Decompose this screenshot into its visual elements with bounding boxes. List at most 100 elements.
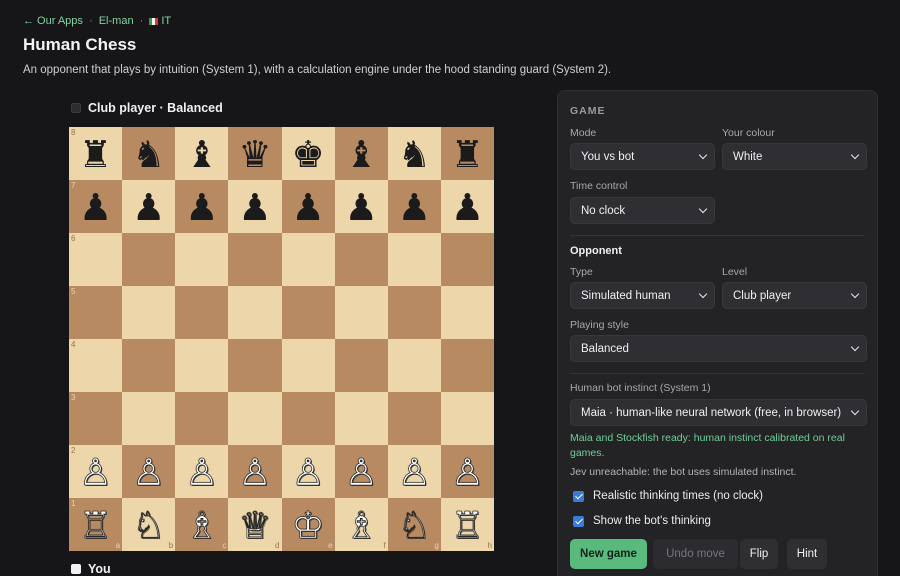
white-piece-icon[interactable]: ♖ <box>451 507 485 545</box>
square-c7[interactable]: ♟ <box>175 180 229 233</box>
white-piece-icon[interactable]: ♘ <box>397 507 431 545</box>
square-g4[interactable] <box>387 339 441 392</box>
mode-select[interactable]: You vs bot <box>570 143 715 170</box>
square-b7[interactable]: ♟ <box>122 180 176 233</box>
show-thinking-checkbox[interactable]: Show the bot's thinking <box>573 515 711 527</box>
black-piece-icon[interactable]: ♝ <box>345 136 378 173</box>
square-h2[interactable]: ♙ <box>440 445 494 498</box>
square-h7[interactable]: ♟ <box>440 180 494 233</box>
flip-board-button[interactable]: Flip <box>740 539 778 569</box>
square-b2[interactable]: ♙ <box>122 445 176 498</box>
square-g2[interactable]: ♙ <box>387 445 441 498</box>
square-d1[interactable]: d ♕ <box>228 498 282 551</box>
white-piece-icon[interactable]: ♔ <box>291 507 325 545</box>
level-select[interactable]: Club player <box>722 282 867 309</box>
square-f3[interactable] <box>334 392 388 445</box>
square-a3[interactable]: 3 <box>69 392 123 445</box>
square-h5[interactable] <box>440 286 494 339</box>
square-e2[interactable]: ♙ <box>281 445 335 498</box>
square-f8[interactable]: ♝ <box>334 127 388 180</box>
square-c1[interactable]: c ♗ <box>175 498 229 551</box>
square-c8[interactable]: ♝ <box>175 127 229 180</box>
square-g1[interactable]: g ♘ <box>387 498 441 551</box>
square-h4[interactable] <box>440 339 494 392</box>
square-e7[interactable]: ♟ <box>281 180 335 233</box>
square-g8[interactable]: ♞ <box>387 127 441 180</box>
square-d8[interactable]: ♛ <box>228 127 282 180</box>
black-piece-icon[interactable]: ♚ <box>291 136 324 173</box>
black-piece-icon[interactable]: ♟ <box>451 189 484 226</box>
undo-move-button[interactable]: Undo move <box>653 539 738 569</box>
square-e4[interactable] <box>281 339 335 392</box>
square-d5[interactable] <box>228 286 282 339</box>
time-control-select[interactable]: No clock <box>570 197 715 224</box>
square-d6[interactable] <box>228 233 282 286</box>
black-piece-icon[interactable]: ♟ <box>345 189 378 226</box>
thinking-times-checkbox[interactable]: Realistic thinking times (no clock) <box>573 490 763 502</box>
square-f4[interactable] <box>334 339 388 392</box>
black-piece-icon[interactable]: ♟ <box>185 189 218 226</box>
square-c3[interactable] <box>175 392 229 445</box>
breadcrumb-app-link[interactable]: El-man <box>99 15 134 27</box>
square-e8[interactable]: ♚ <box>281 127 335 180</box>
square-d2[interactable]: ♙ <box>228 445 282 498</box>
square-d4[interactable] <box>228 339 282 392</box>
square-a1[interactable]: 1 a ♖ <box>69 498 123 551</box>
square-h6[interactable] <box>440 233 494 286</box>
white-piece-icon[interactable]: ♗ <box>344 507 378 545</box>
square-f1[interactable]: f ♗ <box>334 498 388 551</box>
white-piece-icon[interactable]: ♙ <box>291 454 325 492</box>
square-b3[interactable] <box>122 392 176 445</box>
black-piece-icon[interactable]: ♟ <box>132 189 165 226</box>
black-piece-icon[interactable]: ♟ <box>79 189 112 226</box>
opponent-type-select[interactable]: Simulated human <box>570 282 715 309</box>
square-a6[interactable]: 6 <box>69 233 123 286</box>
black-piece-icon[interactable]: ♟ <box>291 189 324 226</box>
square-f5[interactable] <box>334 286 388 339</box>
square-e3[interactable] <box>281 392 335 445</box>
instinct-select[interactable]: Maia · human-like neural network (free, … <box>570 399 867 426</box>
square-g3[interactable] <box>387 392 441 445</box>
white-piece-icon[interactable]: ♙ <box>344 454 378 492</box>
square-a2[interactable]: 2 ♙ <box>69 445 123 498</box>
white-piece-icon[interactable]: ♖ <box>79 507 113 545</box>
square-h8[interactable]: ♜ <box>440 127 494 180</box>
square-b8[interactable]: ♞ <box>122 127 176 180</box>
square-f2[interactable]: ♙ <box>334 445 388 498</box>
black-piece-icon[interactable]: ♞ <box>132 136 165 173</box>
black-piece-icon[interactable]: ♛ <box>238 136 271 173</box>
square-b5[interactable] <box>122 286 176 339</box>
white-piece-icon[interactable]: ♙ <box>238 454 272 492</box>
square-e5[interactable] <box>281 286 335 339</box>
white-piece-icon[interactable]: ♗ <box>185 507 219 545</box>
new-game-button[interactable]: New game <box>570 539 647 569</box>
square-d3[interactable] <box>228 392 282 445</box>
square-c4[interactable] <box>175 339 229 392</box>
language-link[interactable]: IT <box>149 15 171 27</box>
square-b1[interactable]: b ♘ <box>122 498 176 551</box>
square-g5[interactable] <box>387 286 441 339</box>
white-piece-icon[interactable]: ♙ <box>397 454 431 492</box>
square-a4[interactable]: 4 <box>69 339 123 392</box>
white-piece-icon[interactable]: ♙ <box>451 454 485 492</box>
square-b6[interactable] <box>122 233 176 286</box>
square-c6[interactable] <box>175 233 229 286</box>
square-f6[interactable] <box>334 233 388 286</box>
playing-style-select[interactable]: Balanced <box>570 335 867 362</box>
square-a7[interactable]: 7 ♟ <box>69 180 123 233</box>
black-piece-icon[interactable]: ♟ <box>238 189 271 226</box>
white-piece-icon[interactable]: ♙ <box>185 454 219 492</box>
square-h3[interactable] <box>440 392 494 445</box>
white-piece-icon[interactable]: ♙ <box>132 454 166 492</box>
white-piece-icon[interactable]: ♙ <box>79 454 113 492</box>
square-a5[interactable]: 5 <box>69 286 123 339</box>
hint-button[interactable]: Hint <box>787 539 827 569</box>
black-piece-icon[interactable]: ♝ <box>185 136 218 173</box>
square-b4[interactable] <box>122 339 176 392</box>
square-g6[interactable] <box>387 233 441 286</box>
black-piece-icon[interactable]: ♜ <box>79 136 112 173</box>
square-h1[interactable]: h ♖ <box>440 498 494 551</box>
square-c5[interactable] <box>175 286 229 339</box>
square-f7[interactable]: ♟ <box>334 180 388 233</box>
chess-board[interactable]: 8 ♜ ♞ ♝ ♛ ♚ ♝ ♞ ♜ 7 ♟ ♟ ♟ ♟ ♟ ♟ ♟ ♟ 6 5 4 3 2 ♙ ♙ ♙ ♙ ♙ ♙ ♙ ♙ 1 a ♖ b ♘ c ♗ d ♕… <box>69 127 494 551</box>
